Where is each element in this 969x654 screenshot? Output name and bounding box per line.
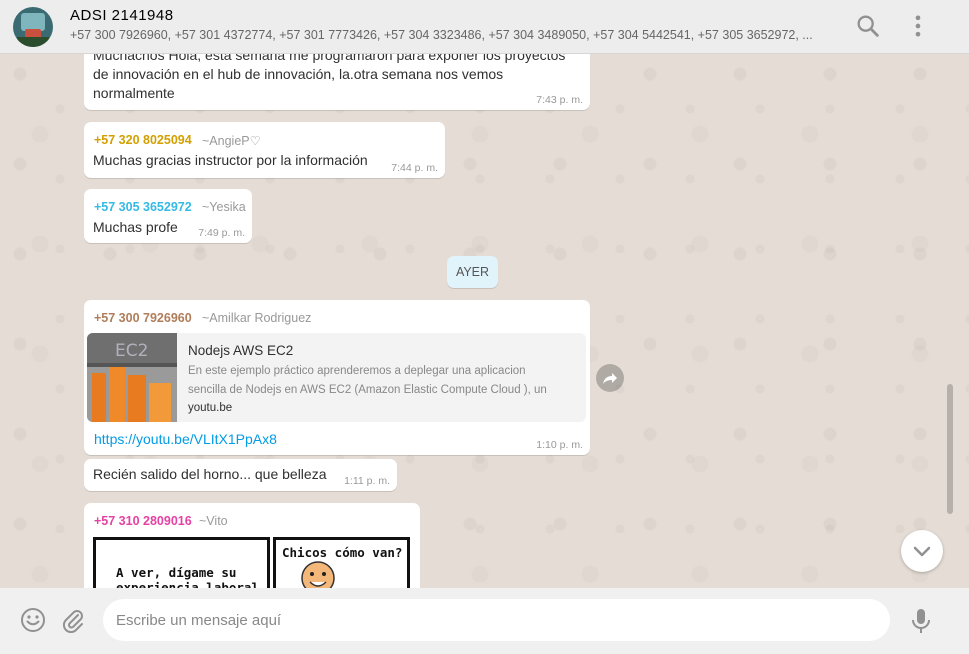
message-input-container[interactable] [103,599,890,641]
message-text: Muchas profe [93,219,178,235]
message-image[interactable]: A ver, dígame su experiencia laboral Chi… [93,537,410,588]
sender-phone[interactable]: +57 320 8025094 [94,133,192,147]
sender-phone[interactable]: +57 305 3652972 [94,200,192,214]
message-time: 7:43 p. m. [536,94,583,106]
message-input[interactable] [116,599,876,641]
paperclip-icon[interactable] [60,607,86,633]
comic-text: A ver, dígame su experiencia laboral [116,565,259,588]
message-bubble[interactable]: Recién salido del horno... que belleza 1… [84,459,397,491]
chevron-down-icon [913,546,931,557]
microphone-icon[interactable] [908,607,934,635]
message-text: Muchas gracias instructor por la informa… [93,152,368,168]
sender-alias: ~Yesika [202,200,246,214]
sender-phone[interactable]: +57 300 7926960 [94,311,192,325]
message-bubble[interactable]: Muchachos Hola, esta semana me programar… [84,40,590,110]
more-vertical-icon[interactable] [904,12,932,40]
message-text: Muchachos Hola, esta semana me programar… [93,47,566,101]
link-preview-domain: youtu.be [188,402,233,414]
message-time: 1:11 p. m. [344,475,390,487]
message-time: 7:49 p. m. [198,227,245,239]
forward-icon[interactable] [596,364,624,392]
comic-text: Chicos cómo van? [282,545,403,560]
message-text: Recién salido del horno... que belleza [93,466,327,482]
message-time: 1:10 p. m. [536,439,583,451]
sender-alias: ~Vito [199,514,228,528]
link-preview-thumbnail: EC2 [87,333,177,422]
chat-scrollbar[interactable] [947,384,953,514]
comic-panel: Chicos cómo van? [273,537,410,588]
message-time: 7:44 p. m. [391,162,438,174]
link-preview-description: En este ejemplo práctico aprenderemos a … [188,365,547,396]
scroll-down-button[interactable] [901,530,943,572]
search-icon[interactable] [854,12,882,40]
thumbnail-text: EC2 [115,341,149,361]
message-link[interactable]: https://youtu.be/VLItX1PpAx8 [94,431,277,447]
message-bubble[interactable]: +57 320 8025094 ~AngieP♡ Muchas gracias … [84,122,445,178]
sender-alias: ~Amilkar Rodriguez [202,311,312,325]
sender-alias: ~AngieP♡ [202,134,261,148]
emoji-icon[interactable] [20,607,46,633]
group-avatar[interactable] [13,7,53,47]
link-preview-card[interactable]: EC2 Nodejs AWS EC2 En este ejemplo práct… [87,333,586,422]
comic-panel: A ver, dígame su experiencia laboral [93,537,270,588]
comic-face [301,561,335,588]
message-bubble[interactable]: +57 305 3652972 ~Yesika Muchas profe 7:4… [84,189,252,243]
sender-phone[interactable]: +57 310 2809016 [94,514,192,528]
link-preview-title: Nodejs AWS EC2 [188,343,294,358]
group-title[interactable]: ADSI 2141948 [70,7,174,24]
date-divider: AYER [447,256,498,288]
